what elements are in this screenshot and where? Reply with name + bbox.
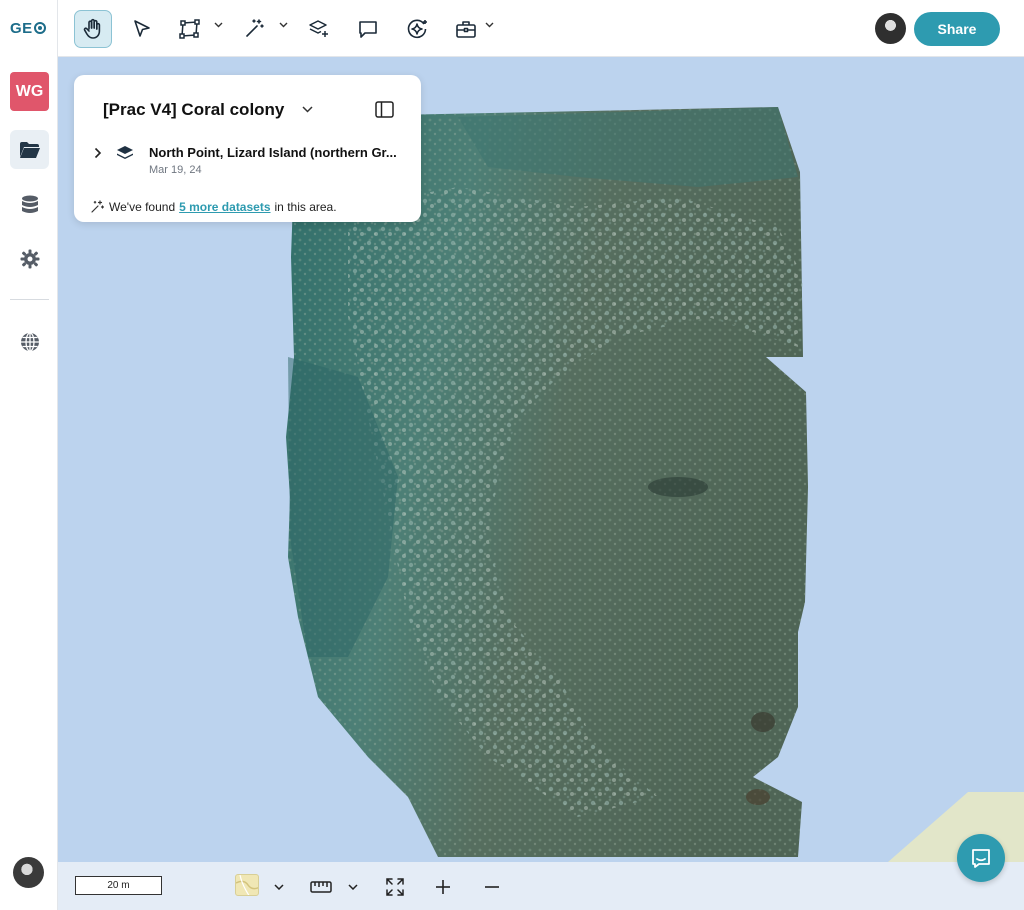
dataset-date: Mar 19, 24	[149, 164, 202, 176]
chevron-down-icon[interactable]	[214, 22, 223, 28]
draw-polygon-button[interactable]	[171, 10, 209, 48]
chevron-down-icon	[274, 884, 284, 890]
magic-wand-icon	[246, 19, 264, 37]
comment-icon	[359, 21, 377, 38]
ai-sparkle-icon	[407, 19, 427, 39]
sidebar-item-projects[interactable]	[10, 130, 49, 169]
app-logo[interactable]: GE	[10, 20, 46, 37]
chevron-down-icon	[348, 884, 358, 890]
basemap-dropdown[interactable]	[266, 874, 292, 900]
top-toolbar: Share	[58, 0, 1024, 57]
comment-button[interactable]	[349, 10, 387, 48]
more-datasets-notice: We've found 5 more datasets in this area…	[90, 200, 337, 214]
found-prefix: We've found	[109, 200, 176, 214]
ruler-icon	[310, 881, 332, 893]
globe-icon	[20, 331, 39, 352]
expand-icon	[386, 878, 404, 896]
zoom-in-button[interactable]	[430, 874, 456, 900]
plus-icon	[436, 880, 450, 894]
layers-add-icon	[309, 20, 328, 37]
gear-icon	[20, 249, 39, 268]
layers-icon	[117, 146, 133, 159]
minus-icon	[485, 886, 499, 888]
scale-bar: 20 m	[75, 876, 162, 895]
measure-dropdown[interactable]	[340, 874, 366, 900]
folder-icon	[19, 141, 40, 158]
basemap-thumbnail-icon	[236, 875, 258, 895]
add-layer-button[interactable]	[300, 10, 338, 48]
magic-wand-button[interactable]	[235, 10, 273, 48]
measure-button[interactable]	[308, 874, 334, 900]
zoom-out-button[interactable]	[479, 874, 505, 900]
database-icon	[21, 195, 38, 213]
sidebar-item-settings[interactable]	[10, 239, 49, 278]
toolbox-button[interactable]	[447, 10, 485, 48]
basemap-switcher[interactable]	[235, 874, 259, 896]
share-button[interactable]: Share	[914, 12, 1000, 46]
sidebar-item-data[interactable]	[10, 185, 49, 224]
ai-assistant-button[interactable]	[398, 10, 436, 48]
left-sidebar: GE WG	[0, 0, 58, 910]
logo-o-icon	[33, 22, 46, 34]
chevron-right-icon[interactable]	[94, 147, 102, 159]
chevron-down-icon[interactable]	[485, 22, 494, 28]
support-chat-button[interactable]	[957, 834, 1005, 882]
pan-tool-button[interactable]	[74, 10, 112, 48]
sidebar-toggle-icon[interactable]	[375, 101, 394, 118]
more-datasets-link[interactable]: 5 more datasets	[179, 200, 270, 214]
found-suffix: in this area.	[274, 200, 337, 214]
dataset-name[interactable]: North Point, Lizard Island (northern Gr.…	[149, 145, 404, 160]
collaborator-avatar[interactable]	[875, 13, 906, 44]
polygon-icon	[179, 19, 200, 39]
chevron-down-icon[interactable]	[302, 106, 313, 113]
select-tool-button[interactable]	[123, 10, 161, 48]
sidebar-item-explore[interactable]	[10, 322, 49, 361]
hand-icon	[83, 18, 101, 39]
project-panel: [Prac V4] Coral colony North Point, Liza…	[74, 75, 421, 222]
bottom-toolbar: 20 m	[58, 862, 1024, 910]
fit-to-view-button[interactable]	[382, 874, 408, 900]
chat-icon	[972, 849, 990, 868]
workspace-badge[interactable]: WG	[10, 72, 49, 111]
pointer-icon	[134, 20, 150, 37]
user-avatar[interactable]	[13, 857, 44, 888]
sparkle-icon	[91, 200, 104, 213]
toolbox-icon	[456, 21, 476, 38]
sidebar-divider	[10, 299, 49, 300]
chevron-down-icon[interactable]	[279, 22, 288, 28]
project-title[interactable]: [Prac V4] Coral colony	[103, 100, 284, 120]
